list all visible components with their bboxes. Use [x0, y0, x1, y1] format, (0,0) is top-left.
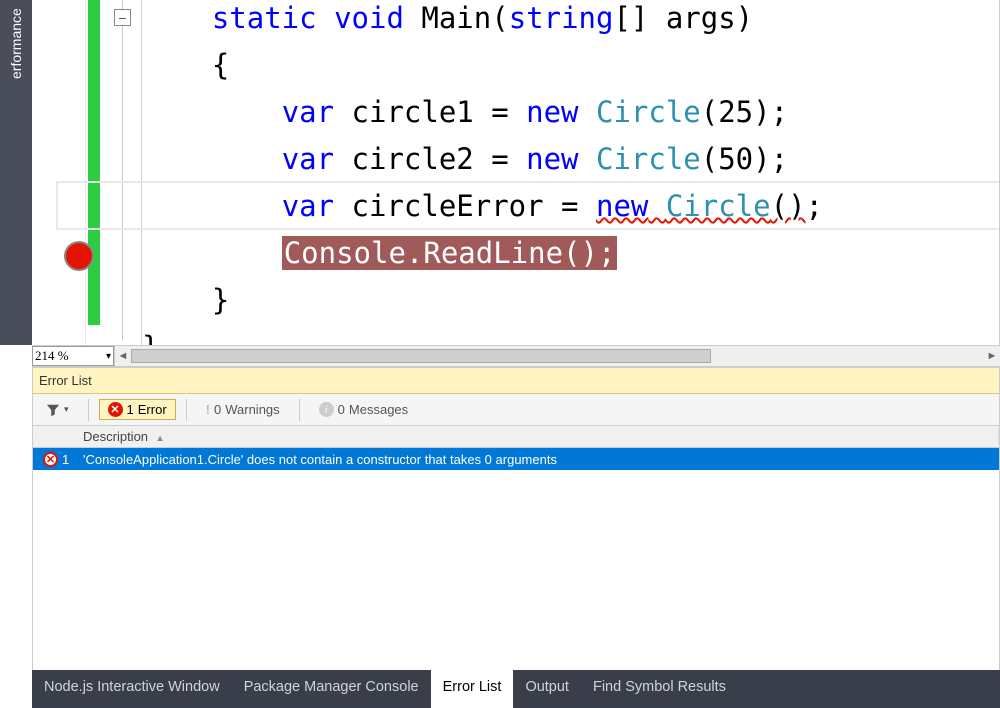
- breakpoint-icon[interactable]: [64, 241, 94, 271]
- tab-package-manager[interactable]: Package Manager Console: [232, 670, 431, 708]
- description-column[interactable]: Description ▲: [77, 429, 999, 444]
- sort-asc-icon: ▲: [156, 433, 165, 443]
- selected-text: Console.ReadLine();: [282, 236, 618, 270]
- performance-explorer-tab[interactable]: erformance: [0, 0, 32, 345]
- messages-count: 0: [338, 402, 345, 417]
- col-label: Description: [83, 429, 148, 444]
- error-icon: ✕: [108, 402, 123, 417]
- error-grid-header[interactable]: Description ▲: [33, 426, 999, 448]
- warnings-label: Warnings: [225, 402, 279, 417]
- separator: [186, 399, 187, 421]
- error-icon: ✕: [43, 452, 58, 467]
- separator: [88, 399, 89, 421]
- filter-button[interactable]: ▾: [37, 400, 78, 420]
- tab-output[interactable]: Output: [513, 670, 581, 708]
- performance-label: erformance: [8, 8, 24, 79]
- fold-toggle[interactable]: −: [114, 9, 131, 26]
- panel-title: Error List: [39, 373, 92, 388]
- outline-guide: [122, 0, 123, 340]
- scroll-right-icon[interactable]: ►: [984, 350, 1000, 362]
- zoom-dropdown[interactable]: 214 % ▾: [32, 346, 114, 366]
- scroll-track[interactable]: [131, 347, 984, 365]
- row-description: 'ConsoleApplication1.Circle' does not co…: [83, 452, 557, 467]
- messages-label: Messages: [349, 402, 408, 417]
- separator: [299, 399, 300, 421]
- errors-label: Error: [138, 402, 167, 417]
- chevron-down-icon: ▾: [64, 404, 69, 415]
- errors-filter[interactable]: ✕ 1 Error: [99, 399, 176, 420]
- zoom-value: 214 %: [35, 348, 69, 364]
- code-text[interactable]: static void Main(string[] args) { var ci…: [142, 0, 999, 345]
- panel-title-bar[interactable]: Error List: [33, 368, 999, 394]
- fold-glyph: −: [118, 11, 126, 25]
- code-editor[interactable]: − static void Main(string[] args) { var …: [32, 0, 1000, 345]
- tool-window-tabs: Node.js Interactive Window Package Manag…: [32, 670, 1000, 708]
- horizontal-scrollbar[interactable]: ◄ ►: [114, 346, 1000, 366]
- tab-error-list[interactable]: Error List: [431, 670, 514, 708]
- tab-nodejs-interactive[interactable]: Node.js Interactive Window: [32, 670, 232, 708]
- chevron-down-icon: ▾: [106, 351, 111, 362]
- tab-find-symbol[interactable]: Find Symbol Results: [581, 670, 738, 708]
- scroll-left-icon[interactable]: ◄: [115, 350, 131, 362]
- error-row[interactable]: ✕ 1 'ConsoleApplication1.Circle' does no…: [33, 448, 999, 470]
- row-index: 1: [62, 452, 69, 467]
- info-icon: i: [319, 402, 334, 417]
- errors-count: 1: [127, 402, 134, 417]
- error-list-toolbar: ▾ ✕ 1 Error ! 0 Warnings i 0 Messages: [33, 394, 999, 426]
- warnings-filter[interactable]: ! 0 Warnings: [197, 399, 289, 420]
- editor-margin[interactable]: [32, 0, 86, 345]
- warning-icon: !: [206, 402, 210, 417]
- messages-filter[interactable]: i 0 Messages: [310, 399, 417, 420]
- outline-column[interactable]: −: [102, 0, 142, 345]
- scroll-thumb[interactable]: [131, 349, 711, 363]
- error-list-panel: Error List ▾ ✕ 1 Error ! 0 Warnings i 0 …: [32, 367, 1000, 670]
- warnings-count: 0: [214, 402, 221, 417]
- editor-footer: 214 % ▾ ◄ ►: [32, 345, 1000, 367]
- funnel-icon: [46, 403, 60, 417]
- change-bar: [88, 0, 100, 325]
